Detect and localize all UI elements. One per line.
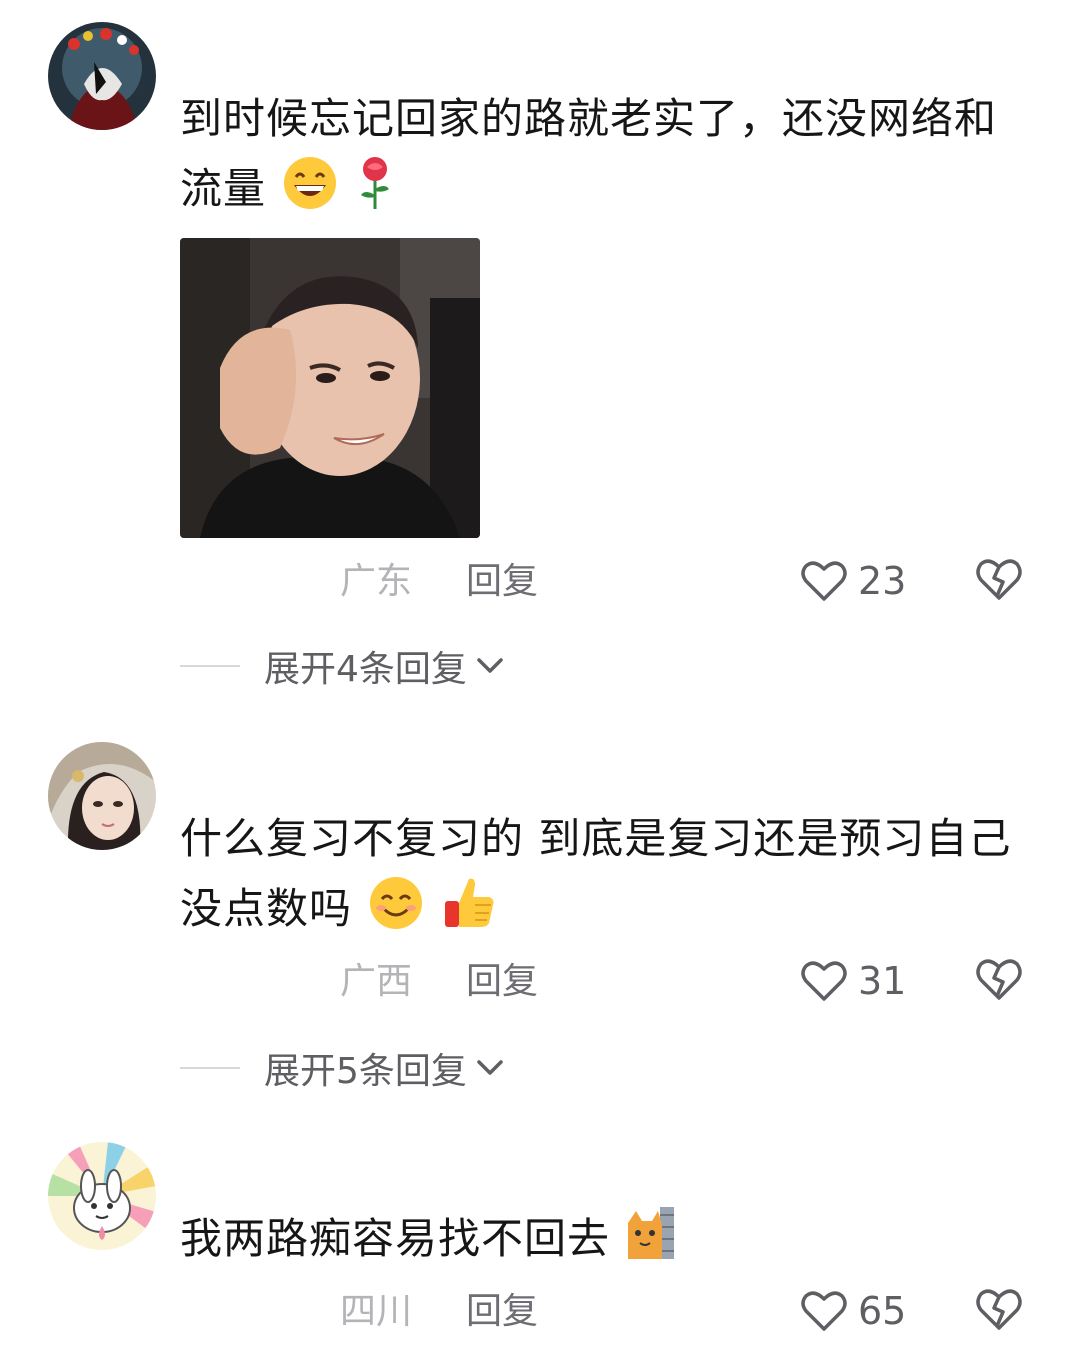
expand-replies-button[interactable]: 展开5条回复 (180, 1046, 505, 1092)
location-label: 广西 (340, 961, 413, 1002)
like-button[interactable]: 23 (800, 556, 906, 606)
reply-button[interactable]: 回复 (466, 560, 538, 604)
user-avatar[interactable] (48, 1142, 156, 1250)
cat-peeking-emoji (626, 1205, 676, 1282)
comment-image[interactable] (180, 238, 480, 538)
expand-replies-label: 展开4条回复 (264, 649, 467, 690)
comment-text-content: 我两路痴容易找不回去 (180, 1214, 611, 1263)
like-button[interactable]: 31 (800, 956, 906, 1006)
location-label: 四川 (340, 1291, 413, 1332)
heart-icon (801, 961, 847, 1001)
broken-heart-icon (976, 1289, 1022, 1330)
like-count: 31 (858, 959, 907, 1003)
dislike-button[interactable] (974, 1286, 1024, 1336)
chevron-down-icon (477, 1060, 503, 1075)
dislike-button[interactable] (974, 956, 1024, 1006)
reply-button[interactable]: 回复 (466, 960, 538, 1004)
user-avatar[interactable] (48, 22, 156, 130)
comment-text: 什么复习不复习的 到底是复习还是预习自己没点数吗 (180, 804, 1020, 952)
broken-heart-icon (976, 959, 1022, 1000)
heart-icon (801, 561, 847, 601)
chevron-down-icon (477, 658, 503, 673)
comment-text-content: 什么复习不复习的 到底是复习还是预习自己没点数吗 (180, 814, 1012, 933)
comment-text: 我两路痴容易找不回去 (180, 1204, 1020, 1282)
like-button[interactable]: 65 (800, 1286, 906, 1336)
location-label: 广东 (340, 561, 413, 602)
like-count: 65 (858, 1289, 907, 1333)
divider-line (180, 1067, 240, 1069)
divider-line (180, 665, 240, 667)
rose-emoji (355, 155, 395, 232)
grinning-face-emoji (282, 155, 338, 232)
reply-button[interactable]: 回复 (466, 1290, 538, 1334)
comment-text: 到时候忘记回家的路就老实了，还没网络和流量 (180, 84, 1020, 232)
expand-replies-button[interactable]: 展开4条回复 (180, 644, 505, 690)
thumbs-up-emoji (441, 875, 497, 952)
user-avatar[interactable] (48, 742, 156, 850)
like-count: 23 (858, 559, 907, 603)
heart-icon (801, 1291, 847, 1331)
smiling-face-emoji (368, 875, 424, 952)
dislike-button[interactable] (974, 556, 1024, 606)
broken-heart-icon (976, 559, 1022, 600)
expand-replies-label: 展开5条回复 (264, 1051, 467, 1092)
